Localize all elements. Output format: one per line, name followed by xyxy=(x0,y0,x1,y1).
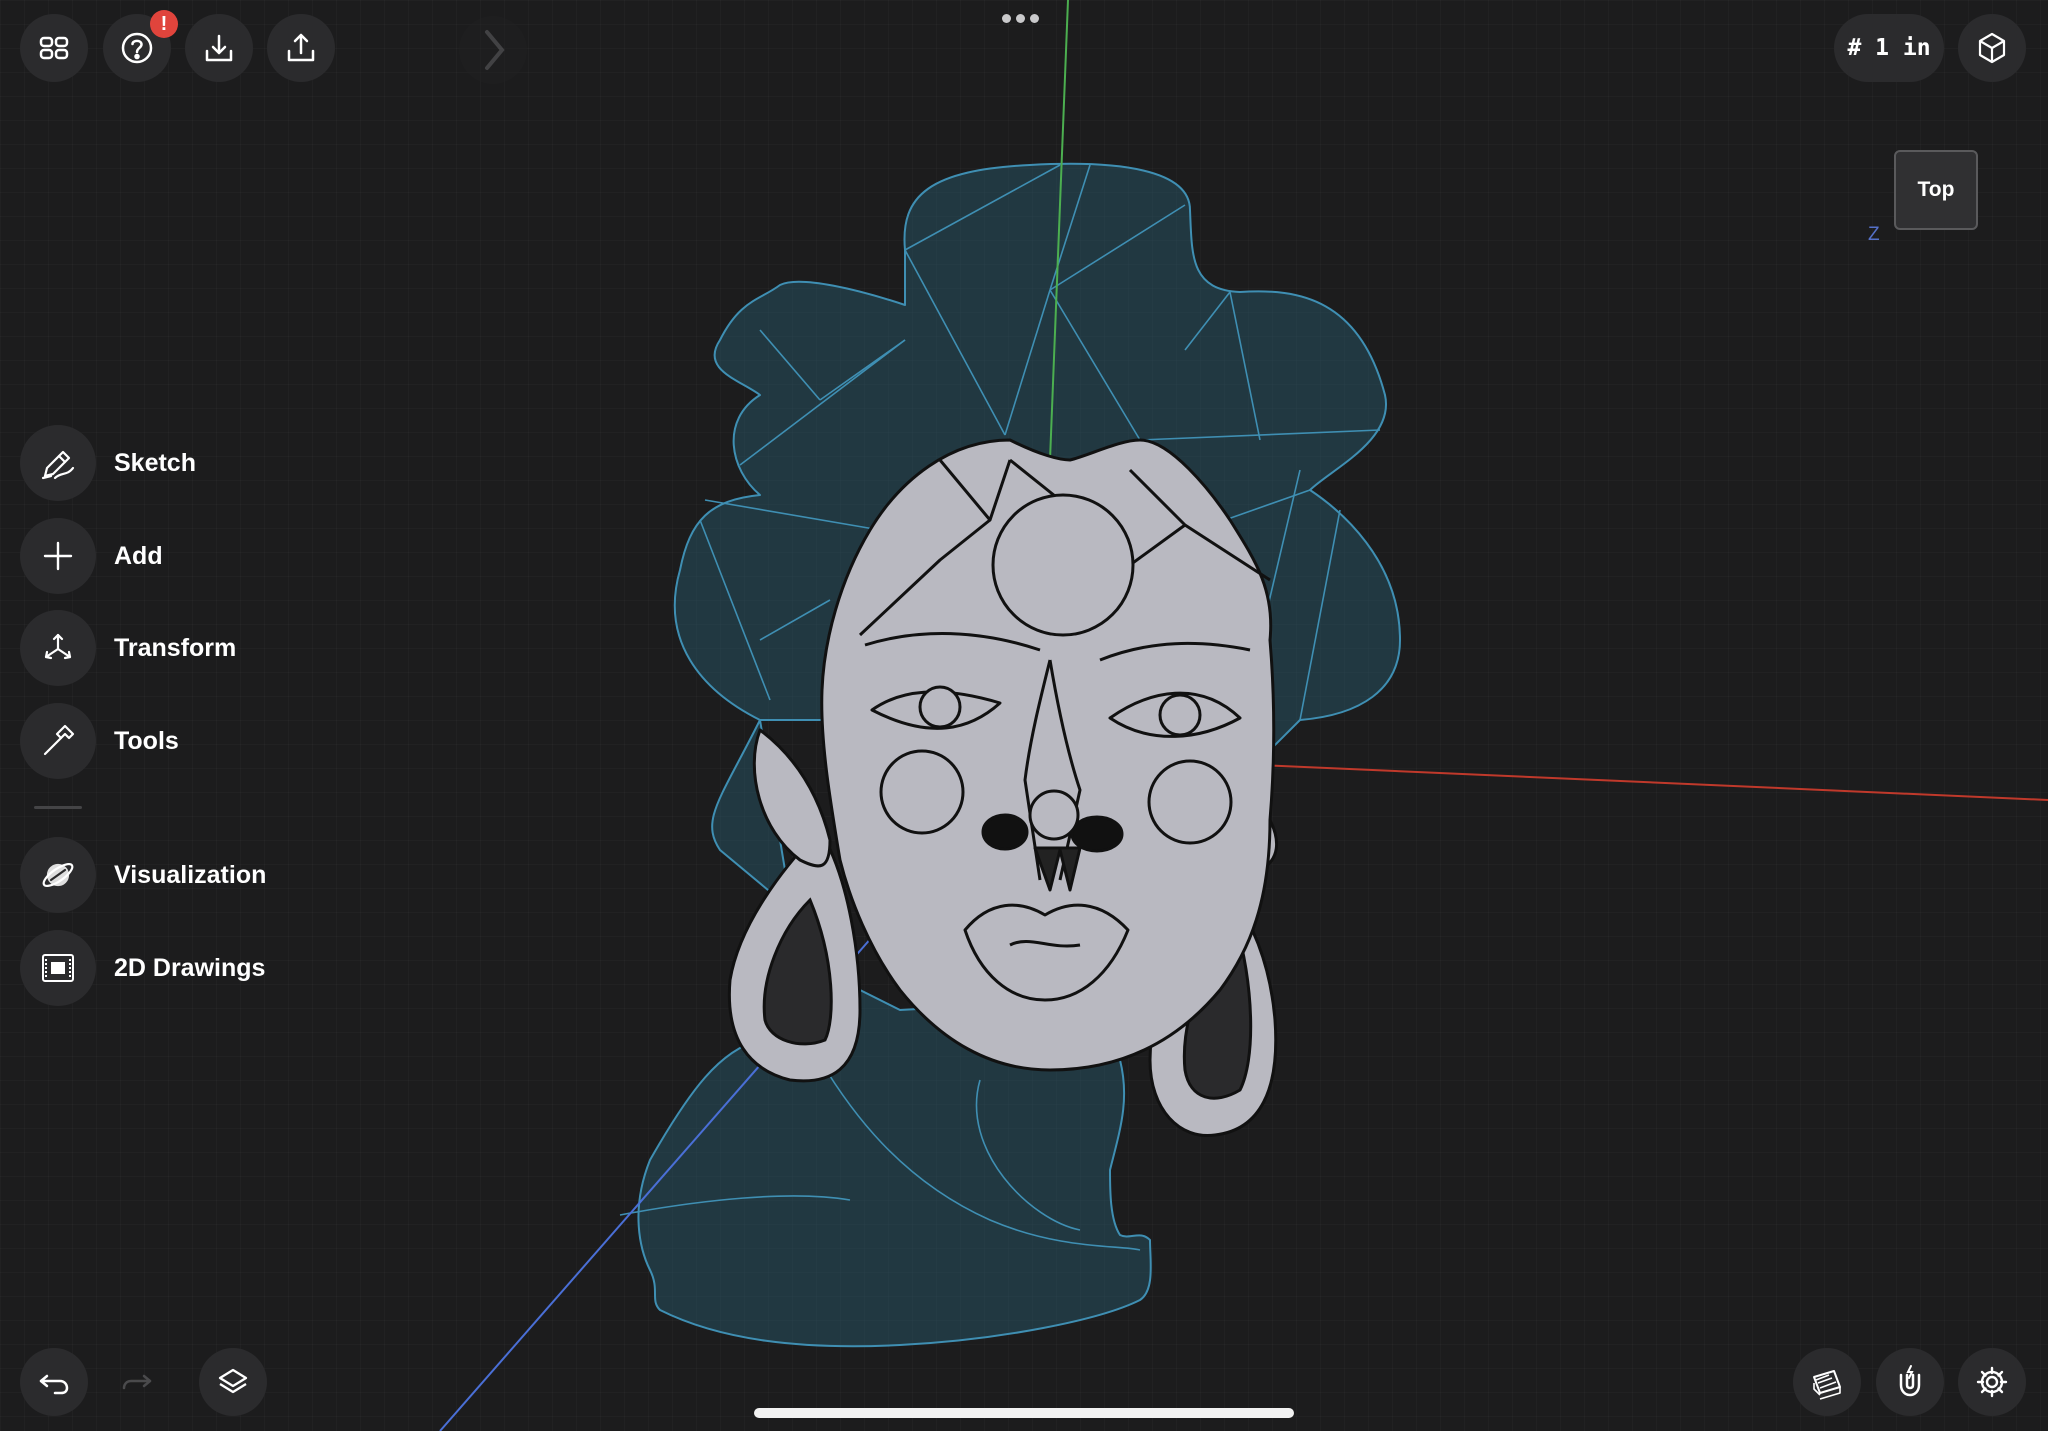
sidebar-item-label: Sketch xyxy=(114,448,196,477)
sidebar-item-transform[interactable]: Transform xyxy=(20,610,236,686)
home-indicator[interactable] xyxy=(754,1408,1294,1418)
settings-button[interactable] xyxy=(1958,1348,2026,1416)
question-icon xyxy=(121,32,153,64)
left-iris xyxy=(918,685,962,729)
sketch-icon-button xyxy=(20,425,96,501)
pen-icon xyxy=(41,450,75,480)
hatch-plane-icon xyxy=(1813,1370,1841,1400)
export-button[interactable] xyxy=(267,14,335,82)
sidebar-item-add[interactable]: Add xyxy=(20,518,163,594)
section-view-button[interactable] xyxy=(1793,1348,1861,1416)
undo-icon xyxy=(39,1374,69,1395)
sidebar-item-visualization[interactable]: Visualization xyxy=(20,837,266,913)
drawings-icon xyxy=(42,954,74,982)
units-button[interactable]: # 1 in xyxy=(1834,14,1944,82)
add-icon-button xyxy=(20,518,96,594)
nose-tip xyxy=(1028,789,1080,841)
right-nostril xyxy=(1070,815,1124,853)
sidebar-item-label: Tools xyxy=(114,726,179,755)
sidebar-item-label: Transform xyxy=(114,633,237,662)
sidebar-item-label: Visualization xyxy=(114,860,267,889)
more-options-button[interactable] xyxy=(1002,14,1039,23)
alert-badge: ! xyxy=(150,10,178,38)
gear-icon xyxy=(1976,1366,2008,1398)
magnet-icon xyxy=(1899,1365,1921,1397)
visualization-icon xyxy=(42,862,74,888)
visualization-icon-button xyxy=(20,837,96,913)
plus-icon xyxy=(43,541,73,571)
left-cheek xyxy=(879,749,965,835)
drawings-icon-button xyxy=(20,930,96,1006)
3d-viewport[interactable] xyxy=(0,0,2048,1431)
undo-button[interactable] xyxy=(20,1348,88,1416)
layers-icon xyxy=(218,1368,248,1394)
view-cube-face-label: Top xyxy=(1917,178,1955,201)
sidebar-item-sketch[interactable]: Sketch xyxy=(20,425,196,501)
left-nostril xyxy=(981,813,1029,851)
grid-icon xyxy=(39,36,69,60)
download-icon xyxy=(205,34,233,62)
tools-icon-button xyxy=(20,703,96,779)
sidebar-item-tools[interactable]: Tools xyxy=(20,703,179,779)
redo-button[interactable] xyxy=(103,1348,171,1416)
transform-arrows-icon xyxy=(44,633,72,660)
view-cube-z-axis-label: Z xyxy=(1868,224,1880,245)
gallery-button[interactable] xyxy=(20,14,88,82)
x-axis-line xyxy=(1259,764,2048,801)
collapse-chevron xyxy=(459,16,527,84)
redo-icon xyxy=(122,1374,152,1390)
layers-button[interactable] xyxy=(199,1348,267,1416)
transform-icon-button xyxy=(20,610,96,686)
right-iris xyxy=(1158,693,1202,737)
sidebar-divider xyxy=(34,806,82,809)
view-mode-button[interactable] xyxy=(1958,14,2026,82)
sidebar-item-label: 2D Drawings xyxy=(114,953,266,982)
sidebar-item-2d-drawings[interactable]: 2D Drawings xyxy=(20,930,265,1006)
hammer-icon xyxy=(43,724,75,756)
right-cheek xyxy=(1147,759,1233,845)
cube-icon xyxy=(1978,32,2006,64)
share-icon xyxy=(287,33,315,62)
import-button[interactable] xyxy=(185,14,253,82)
snapping-button[interactable] xyxy=(1876,1348,1944,1416)
sidebar-item-label: Add xyxy=(114,541,163,570)
view-cube[interactable]: Top xyxy=(1894,150,1978,230)
forehead-circle xyxy=(991,493,1135,637)
